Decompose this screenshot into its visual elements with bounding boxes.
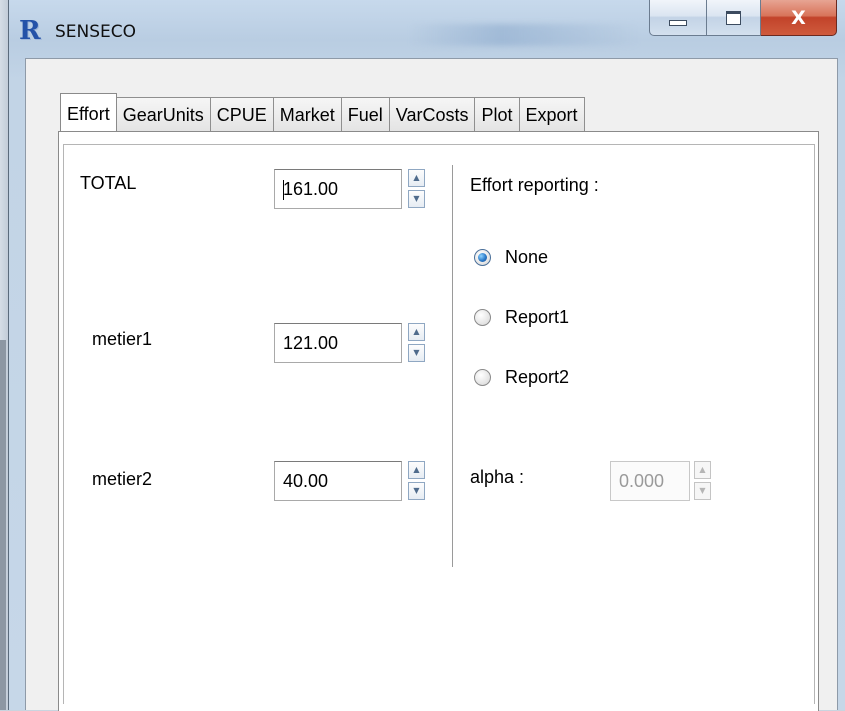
effort-tab-panel: TOTAL 161.00 ▲ ▼ metier1 121.00 ▲ ▼ meti…	[58, 131, 819, 711]
metier2-decrement-button[interactable]: ▼	[408, 482, 425, 500]
radio-report1-button[interactable]	[474, 309, 491, 326]
metier1-label: metier1	[92, 329, 153, 349]
total-spin-buttons: ▲ ▼	[408, 169, 425, 209]
total-input[interactable]: 161.00	[274, 169, 402, 209]
radio-report2-label: Report2	[505, 367, 570, 387]
metier2-label: metier2	[92, 469, 153, 489]
tab-gearunits[interactable]: GearUnits	[115, 97, 211, 131]
radio-report2-button[interactable]	[474, 369, 491, 386]
tab-plot[interactable]: Plot	[474, 97, 520, 131]
metier1-input[interactable]: 121.00	[274, 323, 402, 363]
radio-report2[interactable]: Report2	[474, 367, 569, 388]
metier1-decrement-button[interactable]: ▼	[408, 344, 425, 362]
tab-bar: Effort GearUnits CPUE Market Fuel VarCos…	[60, 93, 585, 131]
senseco-window: R SENSECO X Effort GearUnits CPUE Market…	[8, 0, 845, 711]
radio-none-label: None	[505, 247, 549, 267]
radio-report1-label: Report1	[505, 307, 570, 327]
metier2-increment-button[interactable]: ▲	[408, 461, 425, 479]
tab-export[interactable]: Export	[518, 97, 585, 131]
effort-reporting-heading: Effort reporting :	[470, 175, 599, 195]
effort-group-frame: TOTAL 161.00 ▲ ▼ metier1 121.00 ▲ ▼ meti…	[63, 144, 815, 704]
alpha-label: alpha :	[470, 467, 525, 487]
title-bar-glass	[409, 24, 639, 46]
radio-report1[interactable]: Report1	[474, 307, 569, 328]
alpha-decrement-button[interactable]: ▼	[694, 482, 711, 500]
title-bar[interactable]: R SENSECO X	[9, 0, 845, 58]
caption-buttons: X	[649, 0, 839, 37]
tab-fuel[interactable]: Fuel	[340, 97, 390, 131]
metier1-increment-button[interactable]: ▲	[408, 323, 425, 341]
r-logo-icon: R	[19, 16, 41, 46]
total-label: TOTAL	[80, 173, 137, 193]
alpha-spinbox: 0.000 ▲ ▼	[610, 461, 711, 501]
metier2-spin-buttons: ▲ ▼	[408, 461, 425, 501]
tab-market[interactable]: Market	[272, 97, 342, 131]
radio-none-button[interactable]	[474, 249, 491, 266]
window-client-area: Effort GearUnits CPUE Market Fuel VarCos…	[25, 58, 838, 711]
alpha-spin-buttons: ▲ ▼	[694, 461, 711, 501]
metier2-input[interactable]: 40.00	[274, 461, 402, 501]
minimize-icon	[669, 19, 687, 26]
radio-selected-dot	[478, 253, 487, 262]
metier1-spinbox: 121.00 ▲ ▼	[274, 323, 425, 363]
background-edge	[0, 340, 6, 710]
maximize-icon	[726, 10, 741, 25]
close-icon: X	[791, 6, 806, 29]
total-increment-button[interactable]: ▲	[408, 169, 425, 187]
metier2-spinbox: 40.00 ▲ ▼	[274, 461, 425, 501]
tab-cpue[interactable]: CPUE	[209, 97, 274, 131]
tab-effort[interactable]: Effort	[60, 93, 117, 131]
total-spinbox: 161.00 ▲ ▼	[274, 169, 425, 209]
radio-none[interactable]: None	[474, 247, 548, 268]
total-decrement-button[interactable]: ▼	[408, 190, 425, 208]
column-divider	[452, 165, 453, 567]
close-button[interactable]: X	[761, 0, 837, 36]
maximize-button[interactable]	[707, 0, 761, 36]
metier1-spin-buttons: ▲ ▼	[408, 323, 425, 363]
tab-varcosts[interactable]: VarCosts	[388, 97, 476, 131]
minimize-button[interactable]	[649, 0, 707, 36]
alpha-input[interactable]: 0.000	[610, 461, 690, 501]
alpha-increment-button[interactable]: ▲	[694, 461, 711, 479]
window-title: SENSECO	[55, 22, 137, 42]
